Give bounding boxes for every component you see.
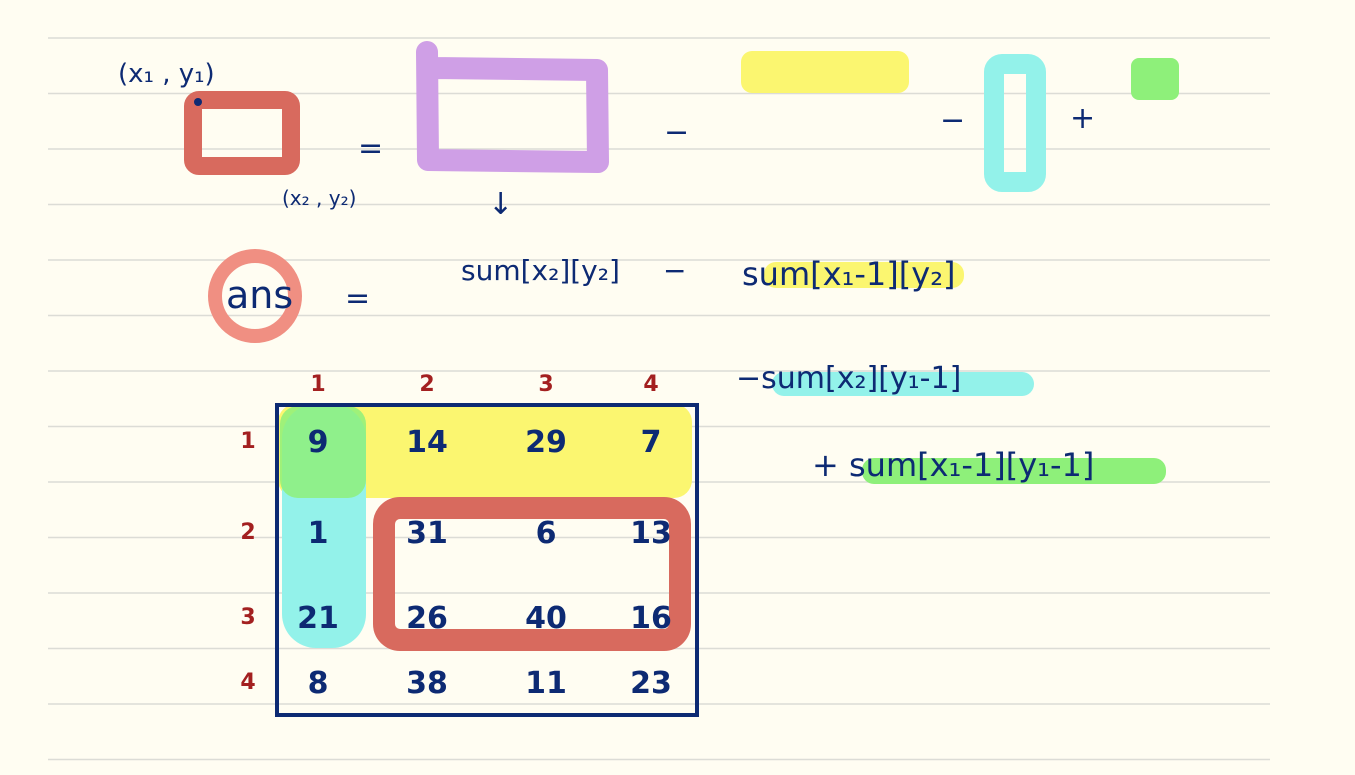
target-region-rect bbox=[184, 91, 300, 175]
corner-point-dot bbox=[194, 98, 202, 106]
grid-cell: 11 bbox=[525, 666, 567, 701]
ans-label: ans bbox=[226, 273, 293, 317]
minus-sign-2: − bbox=[940, 103, 965, 138]
grid-cell: 21 bbox=[297, 601, 339, 636]
row-label: 4 bbox=[240, 670, 255, 695]
column-label: 2 bbox=[419, 372, 434, 397]
row-labels: 1 2 3 4 bbox=[240, 429, 255, 695]
overlap-square bbox=[1131, 58, 1179, 100]
grid-cell: 23 bbox=[630, 666, 672, 701]
grid-cell: 7 bbox=[641, 425, 662, 460]
decomposition-row: (x₁ , y₁) (x₂ , y₂) = ↓ − − + bbox=[118, 41, 1179, 222]
term-sum-x1m1-y1m1: + sum[x₁-1][y₁-1] bbox=[812, 446, 1094, 484]
column-label: 3 bbox=[538, 372, 553, 397]
ruled-lines bbox=[48, 37, 1270, 761]
column-label: 4 bbox=[643, 372, 658, 397]
term-sum-x2-y2: sum[x₂][y₂] bbox=[461, 254, 620, 287]
p1-label: (x₁ , y₁) bbox=[118, 59, 215, 89]
row-label: 3 bbox=[240, 605, 255, 630]
equals-sign: = bbox=[358, 131, 383, 166]
term-minus-sign: − bbox=[663, 254, 686, 287]
minus-sign-1: − bbox=[664, 115, 689, 150]
term-sum-x1m1-y2: sum[x₁-1][y₂] bbox=[742, 255, 956, 293]
grid-cell: 14 bbox=[406, 425, 448, 460]
term-sum-x2-y1m1: −sum[x₂][y₁-1] bbox=[736, 361, 961, 396]
full-prefix-rect bbox=[416, 41, 609, 173]
plus-sign: + bbox=[1070, 101, 1095, 136]
left-strip-rect bbox=[984, 54, 1046, 192]
grid-cell: 29 bbox=[525, 425, 567, 460]
row-label: 1 bbox=[240, 429, 255, 454]
grid-cell: 1 bbox=[308, 516, 329, 551]
grid-cell: 26 bbox=[406, 601, 448, 636]
grid-area: 1234 1234 9 14 29 71 31 6 1321 26 40 168 38 11 23 bbox=[240, 372, 699, 717]
grid-cell: 9 bbox=[308, 425, 329, 460]
grid-cell: 40 bbox=[525, 601, 567, 636]
column-label: 1 bbox=[310, 372, 325, 397]
grid-cell: 16 bbox=[630, 601, 672, 636]
grid-cell: 13 bbox=[630, 516, 672, 551]
p2-label: (x₂ , y₂) bbox=[282, 186, 356, 210]
ans-equals: = bbox=[345, 281, 370, 316]
prefix-sum-diagram: (x₁ , y₁) (x₂ , y₂) = ↓ − − + ans = sum[… bbox=[48, 37, 1270, 761]
grid-cell: 8 bbox=[308, 666, 329, 701]
column-labels: 1 2 3 4 bbox=[310, 372, 658, 397]
top-strip-rect bbox=[741, 51, 909, 93]
row-label: 2 bbox=[240, 520, 255, 545]
grid-cell: 38 bbox=[406, 666, 448, 701]
grid-cell: 6 bbox=[536, 516, 557, 551]
down-arrow: ↓ bbox=[488, 187, 513, 222]
grid-cell: 31 bbox=[406, 516, 448, 551]
